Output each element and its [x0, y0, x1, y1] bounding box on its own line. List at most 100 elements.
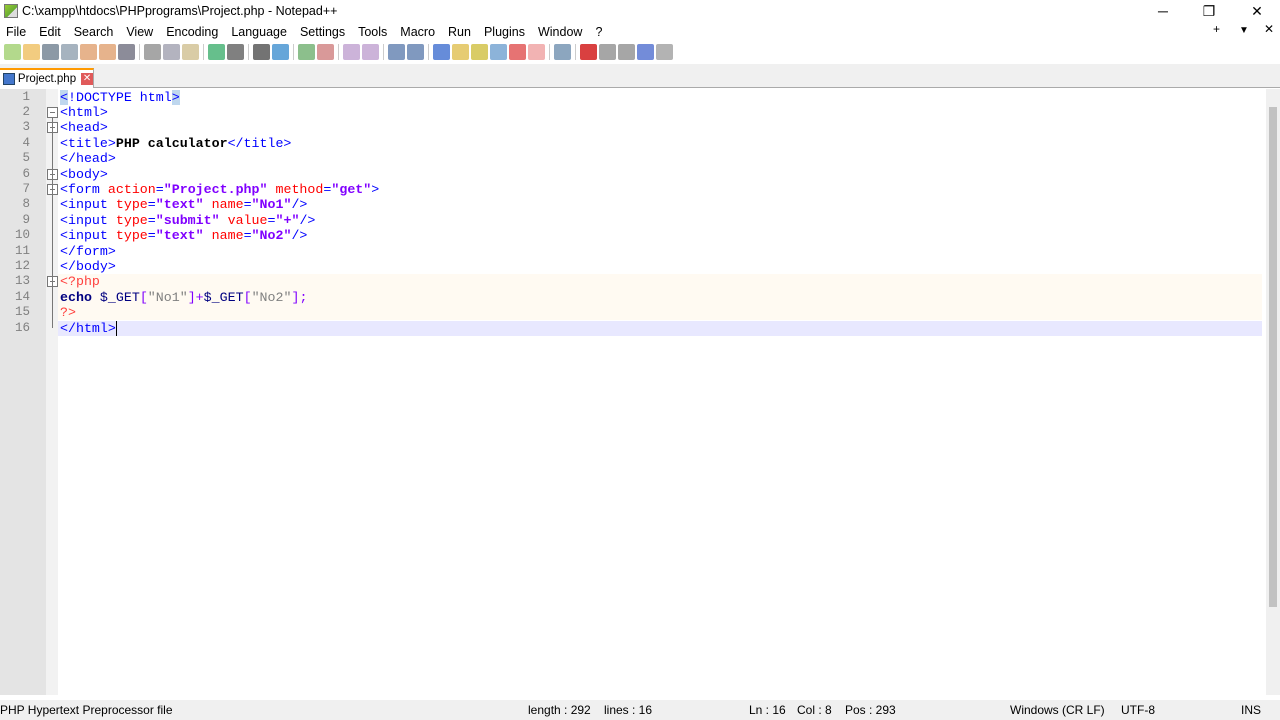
print-icon[interactable] [118, 44, 135, 60]
code-token: = [147, 212, 156, 228]
line-code: <head> [60, 120, 108, 135]
minimize-button[interactable]: ─ [1140, 0, 1186, 22]
monitor-icon[interactable] [528, 44, 545, 60]
line-number: 10 [14, 228, 30, 243]
code-line: 16 </html> [15, 320, 1262, 336]
menu-window[interactable]: Window [532, 25, 589, 39]
zoom-out-icon[interactable] [317, 44, 334, 60]
text-cursor [115, 320, 117, 336]
line-number: 13 [14, 274, 30, 289]
menu-run[interactable]: Run [442, 25, 478, 39]
code-token: "Project.php" [163, 181, 268, 197]
undo-icon[interactable] [208, 44, 225, 60]
udl-icon[interactable] [452, 44, 469, 60]
word-wrap-icon[interactable] [388, 44, 405, 60]
record-icon[interactable] [580, 44, 597, 60]
code-line: 10 <input type="text" name="No2"/> [0, 228, 1262, 243]
close-document-button[interactable]: ✕ [1264, 22, 1274, 36]
line-number: 12 [14, 258, 30, 273]
code-line: 2 <html> [0, 105, 1262, 120]
line-code: <html> [60, 105, 108, 120]
redo-icon[interactable] [227, 44, 244, 60]
toolbar-separator [575, 44, 576, 60]
code-token: type [115, 212, 148, 228]
eye-icon[interactable] [554, 44, 571, 60]
scrollbar-thumb[interactable] [1269, 107, 1277, 607]
code-line: 3 <head> [0, 120, 1262, 135]
menu-file[interactable]: File [0, 25, 33, 39]
status-eol[interactable]: Windows (CR LF) [1010, 703, 1105, 717]
sync-h-icon[interactable] [362, 44, 379, 60]
fold-collapse-icon[interactable] [47, 106, 58, 118]
code-token: <input [60, 212, 116, 228]
menu-view[interactable]: View [120, 25, 160, 39]
code-token: [ [139, 289, 148, 305]
save-all-icon[interactable] [61, 44, 78, 60]
code-token: ]+ [187, 289, 204, 305]
paste-icon[interactable] [182, 44, 199, 60]
status-insert-mode[interactable]: INS [1241, 703, 1261, 717]
replace-icon[interactable] [272, 44, 289, 60]
new-tab-button[interactable]: + [1213, 22, 1220, 36]
line-number: 11 [14, 243, 30, 258]
toolbar-separator [549, 44, 550, 60]
menu-language[interactable]: Language [225, 25, 294, 39]
find-icon[interactable] [253, 44, 270, 60]
play-icon[interactable] [618, 44, 635, 60]
close-window-button[interactable]: ✕ [1234, 0, 1280, 22]
tab-project-php[interactable]: Project.php ✕ [0, 68, 94, 88]
menu-settings[interactable]: Settings [294, 25, 352, 39]
menu-tools[interactable]: Tools [352, 25, 394, 39]
code-line: 8 <input type="text" name="No1"/> [0, 197, 1262, 212]
code-token: "+" [275, 212, 300, 228]
code-line: 1 <!DOCTYPE html> [0, 89, 1262, 105]
copy-icon[interactable] [163, 44, 180, 60]
run-multiple-icon[interactable] [637, 44, 654, 60]
code-token: <input [60, 197, 116, 213]
close-tab-icon[interactable]: ✕ [81, 73, 93, 85]
cut-icon[interactable] [144, 44, 161, 60]
zoom-in-icon[interactable] [298, 44, 315, 60]
code-token: <input [60, 228, 116, 244]
code-line: 9 <input type="submit" value="+"/> [0, 213, 1262, 228]
status-encoding[interactable]: UTF-8 [1121, 703, 1155, 717]
save-icon[interactable] [42, 44, 59, 60]
status-col: Col : 8 [797, 703, 832, 717]
folder-workspace-icon[interactable] [509, 44, 526, 60]
vertical-scrollbar[interactable] [1266, 89, 1280, 695]
show-all-icon[interactable] [407, 44, 424, 60]
line-code: </head> [60, 151, 116, 166]
line-code: <title>PHP calculator</title> [60, 136, 291, 151]
code-token: > [371, 181, 380, 197]
code-token: echo [60, 289, 92, 305]
sync-v-icon[interactable] [343, 44, 360, 60]
open-icon[interactable] [23, 44, 40, 60]
code-token: </title> [227, 135, 292, 151]
status-filetype: PHP Hypertext Preprocessor file [0, 703, 173, 717]
code-token: "No1" [251, 197, 292, 213]
function-list-icon[interactable] [490, 44, 507, 60]
code-token: /> [291, 228, 308, 244]
toolbar-separator [383, 44, 384, 60]
menu-search[interactable]: Search [68, 25, 121, 39]
menu-plugins[interactable]: Plugins [478, 25, 532, 39]
stop-icon[interactable] [599, 44, 616, 60]
indent-guide-icon[interactable] [433, 44, 450, 60]
restore-button[interactable]: ❐ [1186, 0, 1232, 22]
close-icon[interactable] [80, 44, 97, 60]
tab-list-dropdown[interactable]: ▼ [1239, 25, 1249, 36]
menu-edit[interactable]: Edit [33, 25, 68, 39]
line-number: 2 [22, 104, 30, 119]
menu-macro[interactable]: Macro [394, 25, 442, 39]
line-number: 5 [22, 151, 30, 166]
menu-help[interactable]: ? [589, 25, 609, 39]
new-icon[interactable] [4, 44, 21, 60]
menu-encoding[interactable]: Encoding [160, 25, 225, 39]
close-all-icon[interactable] [99, 44, 116, 60]
code-token: <body> [60, 166, 108, 182]
status-length: length : 292 [528, 703, 591, 717]
saved-file-icon [3, 73, 15, 85]
doc-map-icon[interactable] [471, 44, 488, 60]
save-macro-icon[interactable] [656, 44, 673, 60]
